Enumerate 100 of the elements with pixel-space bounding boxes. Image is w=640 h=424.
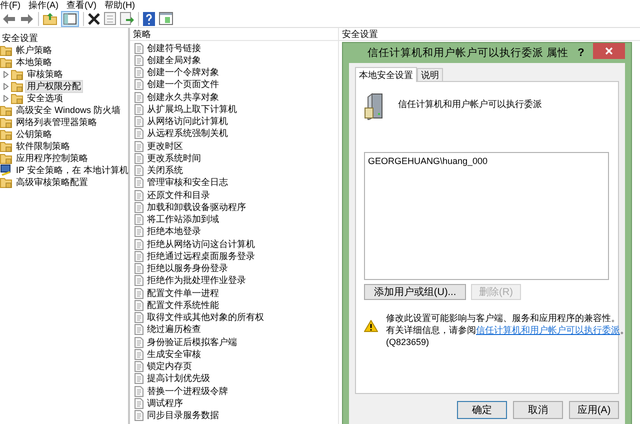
menu-item[interactable]: 操作(A) (28, 0, 66, 10)
dialog-title: 信任计算机和用户帐户可以执行委派 属性 (366, 46, 570, 60)
folder-icon (0, 128, 12, 140)
folder-icon (0, 104, 12, 116)
tree-item[interactable]: 应用程序控制策略 (14, 152, 90, 164)
menu-item[interactable]: 查看(V) (66, 0, 104, 10)
policy-icon (134, 300, 144, 311)
tree-item[interactable]: 公钥策略 (14, 128, 54, 140)
help-icon[interactable] (143, 12, 155, 26)
tree-item[interactable]: IP 安全策略，在 本地计算机 (14, 164, 128, 176)
policy-name[interactable]: 创建符号链接 (147, 42, 201, 55)
add-user-button[interactable]: 添加用户或组(U)... (364, 284, 466, 300)
tree-item[interactable]: 网络列表管理器策略 (14, 116, 99, 128)
policy-name[interactable]: 替换一个进程级令牌 (147, 384, 228, 398)
account-list[interactable]: GEORGEHUANG\huang_000 (364, 152, 609, 280)
policy-name[interactable]: 拒绝作为批处理作业登录 (147, 274, 246, 288)
dialog-button[interactable]: 应用(A) (569, 401, 619, 419)
policy-name[interactable]: 拒绝以服务身份登录 (147, 262, 228, 276)
export-list-icon[interactable] (120, 12, 134, 25)
window-icon[interactable] (159, 12, 173, 25)
console-tree-icon[interactable] (61, 10, 79, 26)
policy-name[interactable]: 创建一个令牌对象 (147, 66, 219, 80)
policy-name[interactable]: 更改系统时间 (147, 152, 201, 165)
policy-name[interactable]: 创建永久共享对象 (147, 90, 219, 104)
policy-name[interactable]: 将工作站添加到域 (147, 213, 219, 226)
menu-item[interactable]: 帮助(H) (104, 0, 143, 10)
policy-name[interactable]: 身份验证后模拟客户端 (147, 336, 237, 349)
policy-icon (134, 348, 144, 360)
tree-item[interactable]: 安全选项 (25, 92, 65, 104)
policy-name[interactable]: 创建全局对象 (147, 54, 201, 67)
policy-heading: 信任计算机和用户帐户可以执行委派 (398, 98, 542, 111)
folder-icon (0, 176, 12, 188)
policy-name[interactable]: 取得文件或其他对象的所有权 (147, 311, 264, 324)
tree-item[interactable]: 安全设置 (0, 32, 40, 44)
folder-icon (0, 140, 12, 152)
policy-name[interactable]: 创建一个页面文件 (147, 78, 219, 92)
help-button[interactable]: ? (573, 47, 589, 59)
policy-name[interactable]: 从扩展坞上取下计算机 (147, 102, 237, 116)
policy-name[interactable]: 同步目录服务数据 (147, 409, 219, 422)
policy-name[interactable]: 拒绝本地登录 (147, 225, 201, 238)
tree-item[interactable]: 帐户策略 (14, 44, 54, 56)
tree-item[interactable]: 软件限制策略 (14, 140, 72, 152)
folder-icon (0, 116, 12, 128)
policy-icon (134, 226, 144, 238)
policy-name[interactable]: 从网络访问此计算机 (147, 115, 228, 128)
policy-name[interactable]: 配置文件系统性能 (147, 298, 219, 312)
tree-item[interactable]: 高级审核策略配置 (14, 176, 90, 188)
forward-arrow-icon[interactable] (20, 12, 34, 24)
policy-icon (134, 214, 144, 226)
folder-icon (11, 68, 23, 80)
policy-icon (134, 152, 144, 164)
policy-name[interactable]: 拒绝通过远程桌面服务登录 (147, 250, 255, 263)
tree-item[interactable]: 本地策略 (14, 56, 54, 68)
tree-item[interactable]: 审核策略 (25, 68, 65, 80)
policy-name[interactable]: 还原文件和目录 (147, 188, 210, 202)
policy-icon (134, 263, 144, 274)
policy-icon (134, 177, 144, 188)
tab[interactable]: 本地安全设置 (355, 67, 417, 82)
folder-icon (0, 152, 12, 164)
policy-name[interactable]: 从远程系统强制关机 (147, 127, 228, 140)
folder-icon (0, 44, 12, 56)
policy-icon (134, 250, 144, 262)
help-link[interactable]: 信任计算机和用户帐户可以执行委派 (476, 325, 620, 335)
column-header[interactable]: 策略 (130, 28, 338, 41)
policy-name[interactable]: 锁定内存页 (147, 360, 192, 374)
policy-name[interactable]: 提高计划优先级 (147, 372, 210, 386)
up-folder-icon[interactable] (43, 12, 57, 25)
policy-name[interactable]: 关闭系统 (147, 164, 183, 178)
tree-item[interactable]: 用户权限分配 (25, 80, 83, 92)
folder-icon (0, 56, 12, 68)
account-item[interactable]: GEORGEHUANG\huang_000 (368, 156, 605, 166)
dialog-button[interactable]: 确定 (457, 401, 507, 419)
policy-name[interactable]: 调试程序 (147, 396, 183, 410)
policy-name[interactable]: 绕过遍历检查 (147, 323, 201, 336)
policy-name[interactable]: 管理审核和安全日志 (147, 176, 228, 190)
policy-icon (134, 67, 144, 78)
policy-icon (134, 373, 144, 384)
policy-name[interactable]: 配置文件单一进程 (147, 286, 219, 300)
back-arrow-icon[interactable] (2, 12, 16, 24)
policy-name[interactable]: 拒绝从网络访问这台计算机 (147, 238, 255, 251)
policy-name[interactable]: 加载和卸载设备驱动程序 (147, 200, 246, 214)
dialog-button[interactable]: 取消 (513, 401, 563, 419)
tree-item[interactable]: 高级安全 Windows 防火墙 (14, 104, 123, 116)
policy-icon (134, 238, 144, 250)
policy-icon (134, 79, 144, 90)
policy-icon (134, 202, 144, 213)
tab[interactable]: 说明 (417, 68, 443, 81)
folder-icon (11, 80, 23, 92)
close-button[interactable] (593, 43, 625, 59)
policy-name[interactable]: 更改时区 (147, 140, 183, 153)
policy-icon (134, 104, 144, 115)
policy-icon (134, 42, 144, 54)
warning-text: 有关详细信息，请参阅信任计算机和用户帐户可以执行委派。 (386, 324, 629, 336)
policy-icon (134, 54, 144, 66)
policy-icon (134, 336, 144, 348)
column-header[interactable]: 安全设置 (342, 29, 378, 39)
article-number: (Q823659) (386, 336, 430, 348)
menu-item[interactable]: 件(F) (0, 0, 28, 10)
delete-icon[interactable] (88, 12, 100, 24)
policy-name[interactable]: 生成安全审核 (147, 348, 201, 361)
